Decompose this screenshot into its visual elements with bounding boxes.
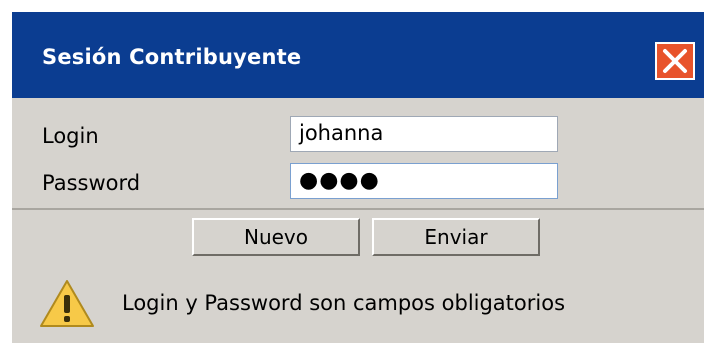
- password-mask: ●●●●: [299, 168, 380, 193]
- warning-icon: [40, 280, 94, 327]
- login-label: Login: [42, 124, 99, 148]
- validation-message: Login y Password son campos obligatorios: [122, 291, 566, 315]
- login-value: johanna: [299, 121, 384, 145]
- close-button[interactable]: [655, 42, 695, 80]
- password-input[interactable]: ●●●●: [290, 163, 558, 199]
- login-dialog: Sesión Contribuyente Login johanna Passw…: [12, 12, 704, 343]
- login-input[interactable]: johanna: [290, 116, 558, 152]
- dialog-title: Sesión Contribuyente: [42, 45, 302, 69]
- nuevo-button[interactable]: Nuevo: [192, 218, 360, 256]
- close-icon: [663, 49, 687, 73]
- enviar-button[interactable]: Enviar: [372, 218, 540, 256]
- title-bar: Sesión Contribuyente: [12, 12, 704, 98]
- password-label: Password: [42, 171, 141, 195]
- login-form: Login johanna Password ●●●●: [12, 98, 704, 210]
